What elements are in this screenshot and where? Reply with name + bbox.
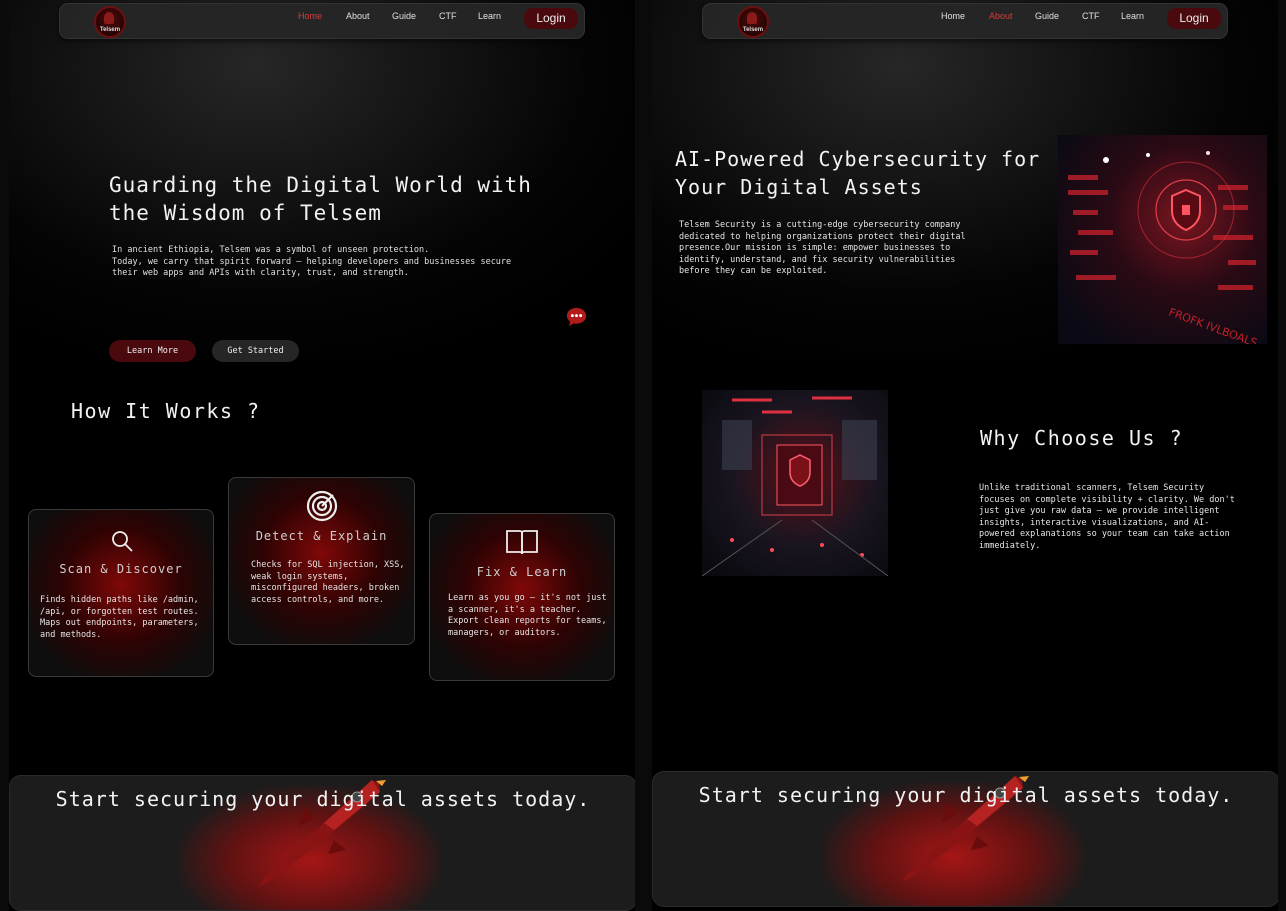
learn-more-button[interactable]: Learn More: [109, 340, 196, 362]
logo-mark-icon: [747, 12, 757, 24]
telsem-logo[interactable]: Telsem: [94, 6, 126, 38]
get-started-button[interactable]: Get Started: [212, 340, 299, 362]
logo-text: Telsem: [742, 27, 764, 33]
card-scan-discover: Scan & Discover Finds hidden paths like …: [28, 509, 214, 677]
book-icon: [506, 530, 538, 555]
chat-icon[interactable]: [565, 306, 588, 328]
nav-about[interactable]: About: [346, 11, 370, 21]
why-choose-heading: Why Choose Us ?: [980, 426, 1184, 450]
card-fix-learn: Fix & Learn Learn as you go — it's not j…: [429, 513, 615, 681]
nav-learn[interactable]: Learn: [1121, 11, 1144, 21]
cyber-corridor-image: [702, 390, 888, 576]
logo-mark-icon: [104, 12, 114, 24]
nav-home[interactable]: Home: [298, 11, 322, 21]
cta-banner: Start securing your digital assets today…: [9, 775, 635, 911]
login-button[interactable]: Login: [524, 8, 578, 29]
nav-ctf[interactable]: CTF: [439, 11, 457, 21]
logo-text: Telsem: [99, 27, 121, 33]
cta-text: Start securing your digital assets today…: [698, 783, 1234, 807]
target-icon: [306, 490, 338, 522]
nav-home[interactable]: Home: [941, 11, 965, 21]
login-button[interactable]: Login: [1167, 8, 1221, 29]
card-detect-explain: Detect & Explain Checks for SQL injectio…: [228, 477, 415, 645]
cta-banner: Start securing your digital assets today…: [652, 771, 1278, 907]
about-description: Telsem Security is a cutting-edge cybers…: [679, 220, 966, 276]
card-text: Learn as you go — it's not just a scanne…: [448, 593, 607, 638]
telsem-logo[interactable]: Telsem: [737, 6, 769, 38]
search-icon: [112, 531, 133, 552]
cyber-shield-image: FROFK IVLBOALS: [1058, 135, 1267, 344]
card-title: Detect & Explain: [255, 529, 388, 543]
nav-learn[interactable]: Learn: [478, 11, 501, 21]
card-title: Fix & Learn: [476, 565, 568, 579]
card-title: Scan & Discover: [59, 562, 183, 576]
cta-text: Start securing your digital assets today…: [55, 787, 591, 811]
about-page: Telsem Home About Guide CTF Learn Login …: [652, 0, 1278, 911]
nav-guide[interactable]: Guide: [392, 11, 416, 21]
about-title: AI-Powered Cybersecurity for Your Digita…: [675, 147, 1041, 199]
hero-description: In ancient Ethiopia, Telsem was a symbol…: [112, 245, 512, 278]
navbar: Telsem Home About Guide CTF Learn Login: [59, 3, 585, 39]
why-choose-text: Unlike traditional scanners, Telsem Secu…: [979, 483, 1235, 551]
nav-ctf[interactable]: CTF: [1082, 11, 1100, 21]
hero-title: Guarding the Digital World with the Wisd…: [109, 173, 532, 225]
home-page: Telsem Home About Guide CTF Learn Login …: [9, 0, 635, 911]
card-text: Finds hidden paths like /admin, /api, or…: [40, 595, 199, 640]
nav-about[interactable]: About: [989, 11, 1013, 21]
nav-guide[interactable]: Guide: [1035, 11, 1059, 21]
navbar: Telsem Home About Guide CTF Learn Login: [702, 3, 1228, 39]
card-text: Checks for SQL injection, XSS, weak logi…: [251, 560, 405, 605]
how-it-works-heading: How It Works ?: [71, 399, 261, 423]
